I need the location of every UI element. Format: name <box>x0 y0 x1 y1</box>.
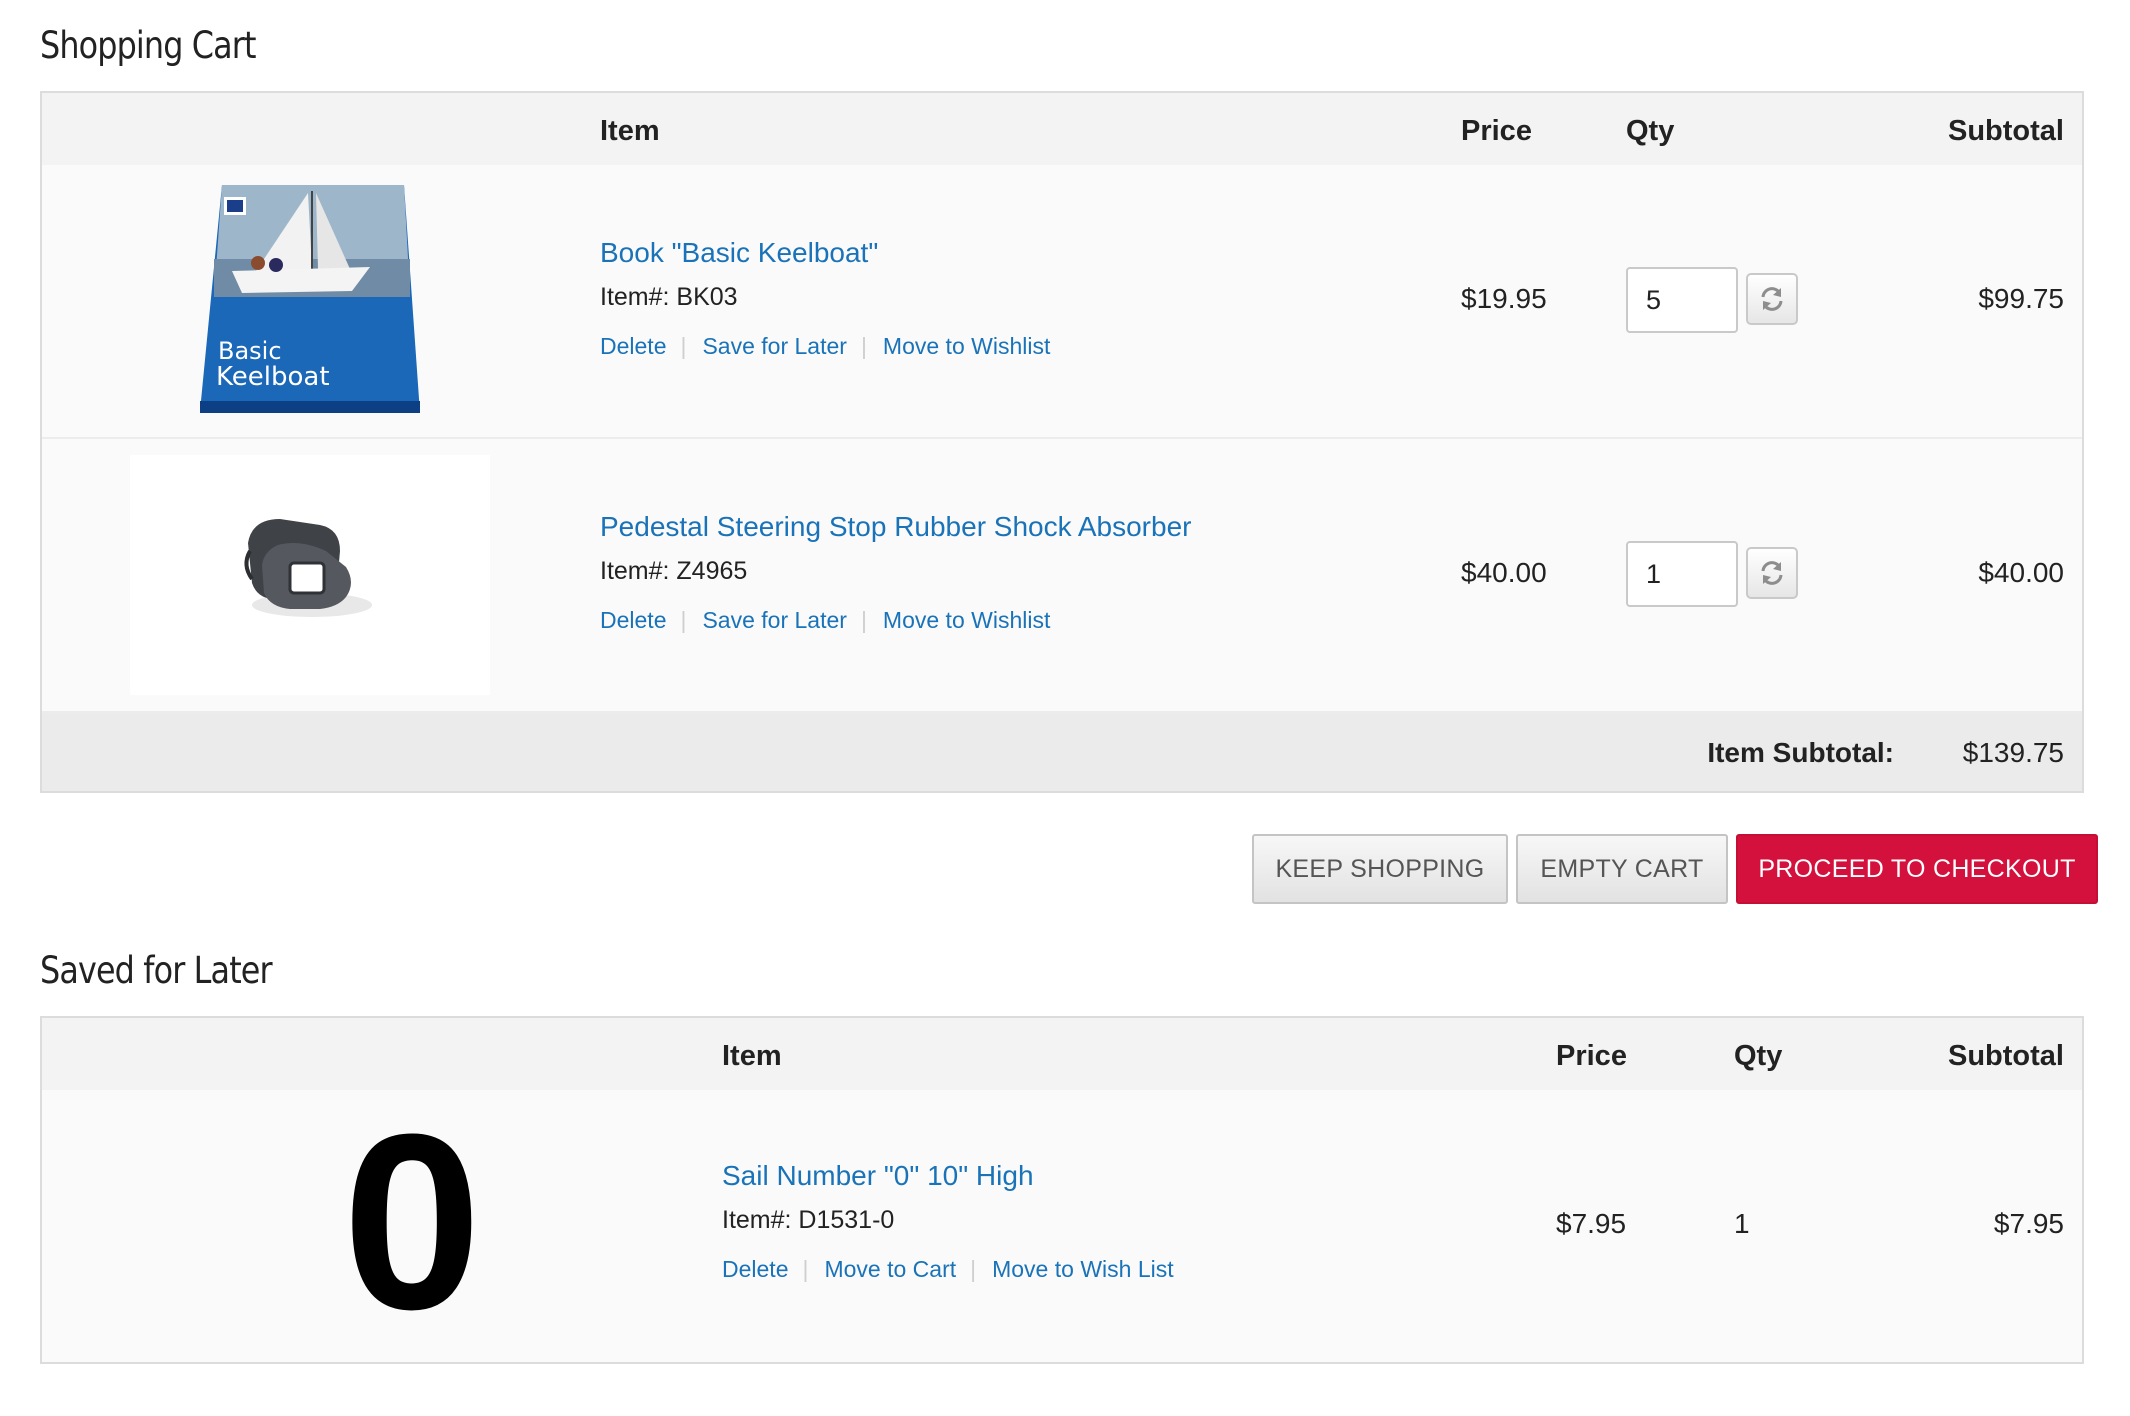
item-subtotal-value: $139.75 <box>1962 737 2064 768</box>
saved-table-header: Item Price Qty Subtotal <box>42 1018 2082 1090</box>
product-item-number: Item#: BK03 <box>600 283 738 311</box>
item-price: $40.00 <box>1461 557 1547 588</box>
header-item: Item <box>722 1040 782 1072</box>
saved-for-later-title: Saved for Later <box>40 949 273 992</box>
separator: | <box>970 1256 977 1282</box>
separator: | <box>680 607 687 633</box>
header-qty: Qty <box>1626 115 1675 147</box>
cart-table: Item Price Qty Subtotal Basic Keelboat B… <box>40 91 2084 793</box>
keep-shopping-button[interactable]: KEEP SHOPPING <box>1252 834 1508 904</box>
product-item-number: Item#: Z4965 <box>600 557 748 585</box>
product-item-number: Item#: D1531-0 <box>722 1206 895 1234</box>
move-to-wishlist-link[interactable]: Move to Wishlist <box>883 607 1050 633</box>
header-qty: Qty <box>1734 1040 1783 1072</box>
item-subtotal: $40.00 <box>1978 557 2064 588</box>
empty-cart-button[interactable]: EMPTY CART <box>1516 834 1728 904</box>
quantity-input[interactable] <box>1626 267 1738 333</box>
item-quantity: 1 <box>1734 1208 1750 1239</box>
update-quantity-button[interactable] <box>1746 547 1798 599</box>
move-to-cart-link[interactable]: Move to Cart <box>824 1256 956 1282</box>
cart-table-header: Item Price Qty Subtotal <box>42 93 2082 165</box>
delete-link[interactable]: Delete <box>600 607 666 633</box>
item-actions: Delete | Save for Later | Move to Wishlist <box>600 333 1050 360</box>
product-link[interactable]: Sail Number "0" 10" High <box>722 1160 1034 1192</box>
item-price: $7.95 <box>1556 1208 1627 1239</box>
delete-link[interactable]: Delete <box>722 1256 788 1282</box>
separator: | <box>860 333 867 359</box>
product-image-keelboat-book[interactable]: Basic Keelboat <box>130 179 490 417</box>
product-image-sail-number[interactable]: 0 <box>272 1097 552 1347</box>
saved-row: 0 Sail Number "0" 10" High Item#: D1531-… <box>42 1090 2082 1362</box>
proceed-to-checkout-button[interactable]: PROCEED TO CHECKOUT <box>1736 834 2098 904</box>
header-price: Price <box>1461 115 1532 147</box>
book-cover-title-line-1: Basic <box>218 337 282 365</box>
cart-row: Pedestal Steering Stop Rubber Shock Abso… <box>42 439 2082 713</box>
item-subtotal-bar: Item Subtotal: $139.75 <box>42 713 2082 791</box>
refresh-icon <box>1761 561 1783 585</box>
separator: | <box>680 333 687 359</box>
header-price: Price <box>1556 1040 1627 1072</box>
shopping-cart-title: Shopping Cart <box>40 24 257 67</box>
item-subtotal: $7.95 <box>1993 1208 2064 1239</box>
separator: | <box>860 607 867 633</box>
move-to-wishlist-link[interactable]: Move to Wishlist <box>883 333 1050 359</box>
header-item: Item <box>600 115 660 147</box>
item-subtotal-label: Item Subtotal: <box>1707 737 1894 768</box>
item-price: $19.95 <box>1461 283 1547 314</box>
item-actions: Delete | Save for Later | Move to Wishlist <box>600 607 1050 634</box>
page: Shopping Cart Item Price Qty Subtotal Ba… <box>0 0 2130 1416</box>
cart-row: Basic Keelboat Book "Basic Keelboat" Ite… <box>42 165 2082 439</box>
header-subtotal: Subtotal <box>1948 115 2064 147</box>
product-link[interactable]: Book "Basic Keelboat" <box>600 237 878 269</box>
save-for-later-link[interactable]: Save for Later <box>702 607 846 633</box>
quantity-input[interactable] <box>1626 541 1738 607</box>
refresh-icon <box>1761 287 1783 311</box>
save-for-later-link[interactable]: Save for Later <box>702 333 846 359</box>
delete-link[interactable]: Delete <box>600 333 666 359</box>
item-subtotal: $99.75 <box>1978 283 2064 314</box>
move-to-wish-list-link[interactable]: Move to Wish List <box>992 1256 1174 1282</box>
header-subtotal: Subtotal <box>1948 1040 2064 1072</box>
separator: | <box>802 1256 809 1282</box>
update-quantity-button[interactable] <box>1746 273 1798 325</box>
product-image-shock-absorber[interactable] <box>130 455 490 695</box>
book-cover-title-line-2: Keelboat <box>216 362 330 392</box>
saved-table: Item Price Qty Subtotal 0 Sail Number "0… <box>40 1016 2084 1364</box>
product-link[interactable]: Pedestal Steering Stop Rubber Shock Abso… <box>600 511 1191 543</box>
saved-item-actions: Delete | Move to Cart | Move to Wish List <box>722 1256 1174 1283</box>
